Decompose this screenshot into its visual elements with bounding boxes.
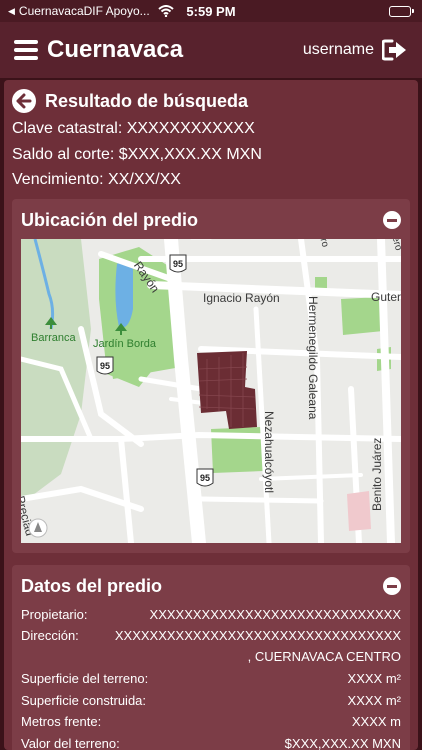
row-direccion-2: , CUERNAVACA CENTRO (21, 649, 401, 664)
metros-frente-value: XXXX m (351, 714, 401, 729)
row-superficie-construida: Superficie construida: XXXX m² (21, 693, 401, 708)
map-label-jardin-borda: Jardín Borda (93, 338, 157, 350)
map-label-ignacio-rayon: Ignacio Rayón (203, 291, 280, 305)
ubicacion-card: Ubicación del predio 95 95 95 Ignacio Ra… (12, 199, 410, 553)
map-label-hermenegildo: Hermenegildo Galeana (306, 296, 320, 420)
route-95-label-1: 95 (173, 259, 183, 269)
ubicacion-title: Ubicación del predio (21, 210, 199, 230)
superficie-terreno-value: XXXX m² (347, 671, 401, 686)
map-label-guter: Guter (371, 290, 401, 304)
datos-card: Datos del predio Propietario: XXXXXXXXXX… (12, 565, 410, 750)
direccion-label: Dirección: (21, 628, 79, 643)
propietario-label: Propietario: (21, 607, 88, 622)
result-header: Resultado de búsqueda (12, 89, 248, 113)
wifi-icon (158, 5, 174, 18)
row-valor-terreno: Valor del terreno: $XXX,XXX.XX MXN (21, 736, 401, 750)
back-to-app-icon[interactable]: ◀ (8, 6, 15, 17)
collapse-icon[interactable] (383, 211, 401, 229)
row-direccion: Dirección: XXXXXXXXXXXXXXXXXXXXXXXXXXXXX… (21, 628, 401, 643)
datos-title: Datos del predio (21, 576, 163, 596)
route-95-shield-3: 95 (196, 468, 214, 487)
username-label: username (302, 41, 374, 58)
route-95-label-2: 95 (100, 361, 110, 371)
row-propietario: Propietario: XXXXXXXXXXXXXXXXXXXXXXXXXXX… (21, 607, 401, 622)
back-arrow-icon[interactable] (12, 89, 36, 113)
result-title: Resultado de búsqueda (45, 90, 249, 111)
saldo-al-corte: Saldo al corte: $XXX,XXX.XX MXN (12, 146, 262, 163)
battery-icon (389, 5, 414, 17)
top-navbar: Cuernavaca username (0, 22, 422, 78)
menu-icon[interactable] (14, 40, 38, 60)
logout-icon[interactable] (381, 39, 408, 61)
row-superficie-terreno: Superficie del terreno: XXXX m² (21, 671, 401, 686)
superficie-construida-value: XXXX m² (347, 693, 401, 708)
superficie-terreno-label: Superficie del terreno: (21, 671, 149, 686)
app-title: Cuernavaca (47, 36, 184, 63)
route-95-shield-2: 95 (96, 356, 114, 375)
direccion-line2: , CUERNAVACA CENTRO (247, 649, 401, 664)
status-bar: ◀ CuernavacaDIF Apoyo... 5:59 PM (0, 0, 422, 22)
metros-frente-label: Metros frente: (21, 714, 102, 729)
map-label-benito: Benito Juárez (370, 438, 384, 511)
map-label-barranca: Barranca (31, 332, 77, 344)
superficie-construida-label: Superficie construida: (21, 693, 147, 708)
valor-terreno-value: $XXX,XXX.XX MXN (284, 736, 401, 750)
collapse-icon[interactable] (383, 577, 401, 595)
row-metros-frente: Metros frente: XXXX m (21, 714, 401, 729)
clave-catastral: Clave catastral: XXXXXXXXXXXX (12, 120, 255, 137)
location-map[interactable]: 95 95 95 Ignacio Rayón Guter Rayón Herme… (21, 239, 401, 543)
route-95-label-3: 95 (200, 473, 210, 483)
map-label-nezahualcoyotl: Nezahualcóyotl (262, 411, 276, 493)
route-95-shield-1: 95 (169, 254, 187, 273)
valor-terreno-label: Valor del terreno: (21, 736, 120, 750)
vencimiento: Vencimiento: XX/XX/XX (12, 171, 181, 188)
back-to-app-label[interactable]: CuernavacaDIF Apoyo... (19, 4, 150, 18)
direccion-value: XXXXXXXXXXXXXXXXXXXXXXXXXXXXXXXXX (114, 628, 401, 643)
propietario-value: XXXXXXXXXXXXXXXXXXXXXXXXXXXXX (149, 607, 401, 622)
